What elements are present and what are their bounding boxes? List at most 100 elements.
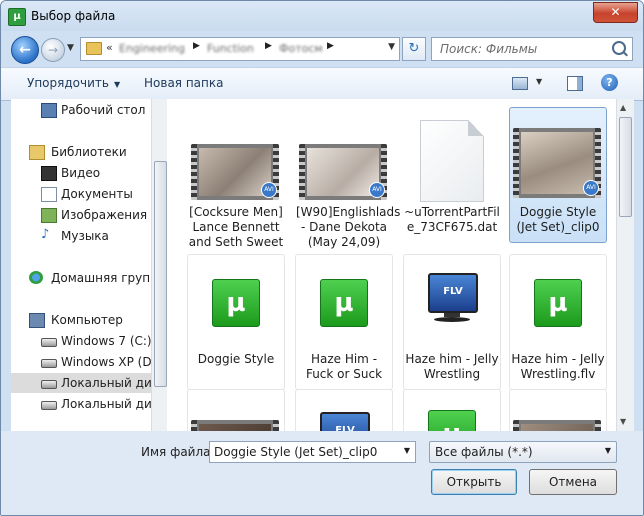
view-options-dropdown-icon[interactable]: ▼ <box>536 77 542 86</box>
nav-item-drive[interactable]: Локальный диск <box>11 394 166 414</box>
file-type-select[interactable]: Все файлы (*.*) ▼ <box>429 441 617 463</box>
title-bar: µ Выбор файла ✕ <box>1 1 643 31</box>
nav-item-desktop[interactable]: Рабочий стол <box>11 100 161 120</box>
utorrent-icon: µ <box>428 410 476 431</box>
file-tile[interactable]: µ Haze him - Jelly Wrestling.flv <box>509 254 607 390</box>
file-tile[interactable]: µ Doggie Style <box>187 254 285 390</box>
nav-item-label: Музыка <box>61 229 109 243</box>
nav-item-drive[interactable]: Локальный диск <box>11 373 166 393</box>
breadcrumb-separator-icon[interactable]: ▶ <box>265 41 272 51</box>
file-tile[interactable]: µ Haze Him - Fuck or Suck <box>295 254 393 390</box>
toolbar: Упорядочить ▼ Новая папка ▼ ? <box>1 67 643 101</box>
utorrent-icon: µ <box>534 279 582 327</box>
flv-monitor-icon: FLV <box>428 273 478 313</box>
nav-item-computer[interactable]: Компьютер <box>11 310 161 330</box>
breadcrumb-separator-icon[interactable]: ▶ <box>193 41 200 51</box>
nav-item-video[interactable]: Видео <box>11 163 161 183</box>
breadcrumb-item[interactable]: Function <box>207 42 254 55</box>
file-list-scrollbar[interactable]: ▲ ▼ <box>616 99 634 431</box>
nav-item-drive[interactable]: Windows 7 (C:) <box>11 331 161 351</box>
back-button[interactable]: ← <box>11 36 39 64</box>
file-tile[interactable]: µ <box>403 389 501 431</box>
nav-item-libraries[interactable]: Библиотеки <box>11 142 161 162</box>
change-view-icon[interactable] <box>512 77 528 90</box>
video-thumbnail-icon: AVI <box>299 144 387 200</box>
file-name: [W90]Englishlads - Dane Dekota (May 24,0… <box>296 205 401 249</box>
file-tile[interactable]: ~uTorrentPartFile_73CF675.dat <box>403 107 501 243</box>
new-folder-button[interactable]: Новая папка <box>144 76 223 90</box>
help-icon[interactable]: ? <box>601 74 618 91</box>
search-input[interactable]: Поиск: Фильмы <box>431 37 633 61</box>
nav-item-label: Рабочий стол <box>61 103 146 117</box>
breadcrumb-item[interactable]: Фотосм <box>279 42 323 55</box>
breadcrumb-separator-icon[interactable]: ▶ <box>327 41 334 51</box>
search-icon[interactable] <box>612 41 626 55</box>
file-name: ~uTorrentPartFile_73CF675.dat <box>404 205 500 234</box>
recent-pages-dropdown-icon[interactable]: ▼ <box>67 43 74 53</box>
file-tile[interactable] <box>509 389 607 431</box>
file-list-scrollbar-thumb[interactable] <box>619 117 632 217</box>
video-thumbnail-icon: AVI <box>513 128 601 198</box>
navigation-pane: Рабочий стол Библиотеки Видео Документы … <box>11 99 166 431</box>
nav-item-label: Windows 7 (C:) <box>61 334 152 348</box>
navigation-bar: ← → ▼ « Engineering ▶ Function ▶ Фотосм … <box>1 31 643 67</box>
file-tile[interactable]: FLV <box>295 389 393 431</box>
nav-scrollbar[interactable] <box>151 99 168 431</box>
address-bar[interactable]: « Engineering ▶ Function ▶ Фотосм ▶ ▼ <box>80 37 400 61</box>
filename-label: Имя файла: <box>141 445 215 459</box>
scroll-down-icon[interactable]: ▼ <box>620 417 626 426</box>
filename-value: Doggie Style (Jet Set)_clip0 <box>214 445 378 459</box>
drive-icon <box>41 338 57 347</box>
nav-item-label: Библиотеки <box>51 145 127 159</box>
cancel-button[interactable]: Отмена <box>529 469 617 495</box>
computer-icon <box>29 313 45 328</box>
open-button[interactable]: Открыть <box>431 469 517 495</box>
libraries-icon <box>29 145 45 160</box>
drive-icon <box>41 380 57 389</box>
nav-item-label: Видео <box>61 166 101 180</box>
file-tile[interactable]: AVI [W90]Englishlads - Dane Dekota (May … <box>295 107 400 249</box>
video-badge-icon: AVI <box>583 180 599 196</box>
utorrent-icon: µ <box>212 279 260 327</box>
file-name: Doggie Style (Jet Set)_clip0 <box>516 205 600 234</box>
nav-item-music[interactable]: ♪ Музыка <box>11 226 161 246</box>
preview-pane-icon[interactable] <box>567 76 583 91</box>
nav-item-label: Домашняя группа <box>51 271 166 285</box>
address-dropdown-icon[interactable]: ▼ <box>388 42 395 52</box>
folder-icon <box>86 42 102 55</box>
file-tile[interactable]: FLV Haze him - Jelly Wrestling <box>403 254 501 390</box>
organize-menu[interactable]: Упорядочить ▼ <box>27 76 120 90</box>
close-button[interactable]: ✕ <box>593 2 638 23</box>
nav-item-documents[interactable]: Документы <box>11 184 161 204</box>
nav-item-images[interactable]: Изображения <box>11 205 161 225</box>
address-overflow-chevron[interactable]: « <box>106 41 113 54</box>
app-icon: µ <box>8 8 26 26</box>
file-tile[interactable]: AVI [Cocksure Men] Lance Bennett and Set… <box>187 107 285 249</box>
chevron-down-icon[interactable]: ▼ <box>605 446 611 455</box>
file-tile[interactable] <box>187 389 285 431</box>
window-title: Выбор файла <box>31 9 116 23</box>
homegroup-icon <box>29 271 43 284</box>
file-tile-selected[interactable]: AVI Doggie Style (Jet Set)_clip0 <box>509 107 607 243</box>
nav-item-homegroup[interactable]: Домашняя группа <box>11 268 165 288</box>
nav-scrollbar-thumb[interactable] <box>154 161 167 387</box>
drive-icon <box>41 401 57 410</box>
breadcrumb-item[interactable]: Engineering <box>119 42 185 55</box>
file-name: Haze Him - Fuck or Suck <box>305 352 383 381</box>
nav-item-drive[interactable]: Windows XP (D:) <box>11 352 161 372</box>
filename-input[interactable]: Doggie Style (Jet Set)_clip0 ▼ <box>209 441 416 463</box>
video-icon <box>41 166 57 181</box>
monitor-base-icon <box>434 317 470 322</box>
video-badge-icon: AVI <box>369 182 385 198</box>
nav-item-label: Локальный диск <box>61 397 166 411</box>
nav-item-label: Локальный диск <box>61 376 166 390</box>
desktop-icon <box>41 103 57 118</box>
documents-icon <box>41 187 57 202</box>
chevron-down-icon: ▼ <box>113 80 121 89</box>
forward-button[interactable]: → <box>41 38 65 62</box>
dialog-footer: Имя файла: Doggie Style (Jet Set)_clip0 … <box>1 431 643 515</box>
refresh-button[interactable]: ↻ <box>402 37 426 61</box>
chevron-down-icon[interactable]: ▼ <box>404 446 410 455</box>
file-list: AVI [Cocksure Men] Lance Bennett and Set… <box>167 99 616 431</box>
scroll-up-icon[interactable]: ▲ <box>620 103 626 112</box>
